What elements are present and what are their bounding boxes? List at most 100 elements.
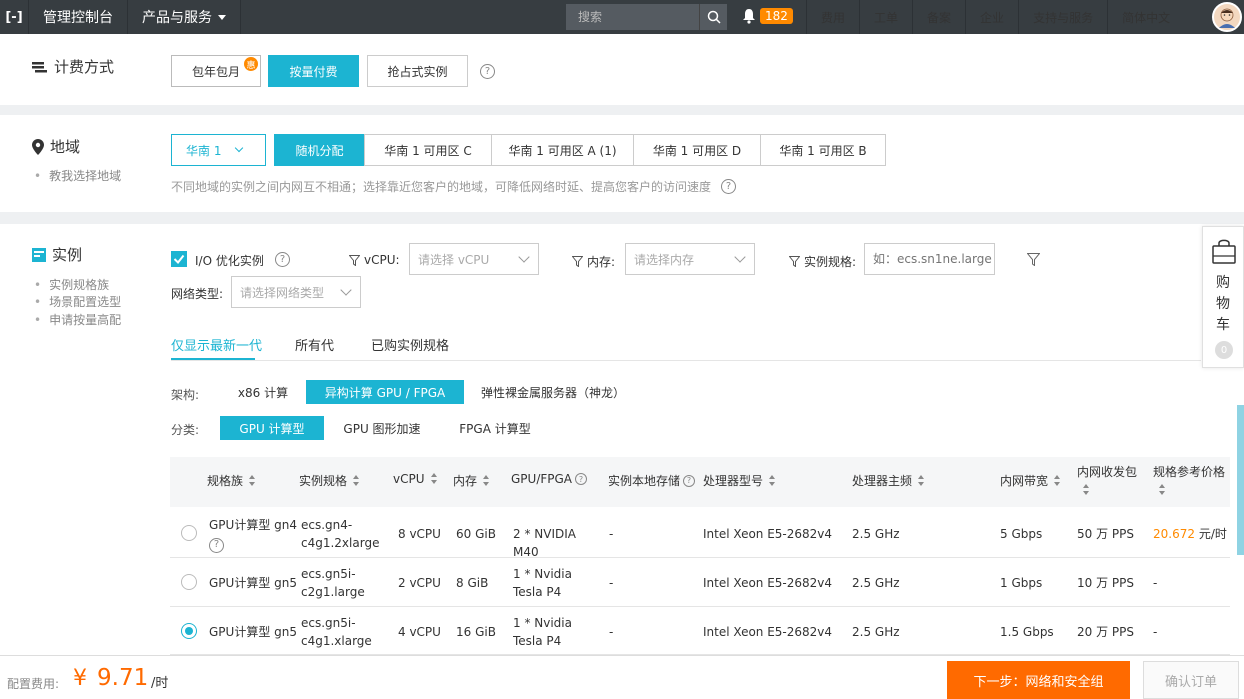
- enterprise-link[interactable]: 企业: [966, 0, 1018, 34]
- arch-bare-metal-option[interactable]: 弹性裸金属服务器（神龙）: [474, 380, 632, 404]
- cell-pps: 50 万 PPS: [1077, 527, 1134, 541]
- cell-cpu-freq: 2.5 GHz: [852, 625, 900, 639]
- cell-price: 20.672 元/时: [1153, 525, 1227, 543]
- cell-vcpu: 2 vCPU: [398, 576, 441, 590]
- nav-divider: [240, 0, 241, 34]
- th-cpu-model[interactable]: 处理器型号: [703, 472, 776, 489]
- scrollbar-thumb[interactable]: [1237, 405, 1244, 555]
- cat-fpga-option[interactable]: FPGA 计算型: [450, 416, 540, 440]
- th-memory[interactable]: 内存: [453, 472, 490, 489]
- zone-c-button[interactable]: 华南 1 可用区 C: [364, 134, 492, 166]
- th-vcpu[interactable]: vCPU: [393, 472, 438, 486]
- confirm-order-button[interactable]: 确认订单: [1143, 661, 1239, 699]
- cat-gpu-compute-option[interactable]: GPU 计算型: [220, 416, 324, 440]
- network-type-select[interactable]: 请选择网络类型: [231, 276, 361, 308]
- checkmark-icon: [173, 254, 185, 265]
- io-optimized-checkbox[interactable]: [171, 251, 187, 267]
- cost-label: 配置费用:: [7, 677, 60, 691]
- fees-link[interactable]: 费用: [807, 0, 859, 34]
- zone-random-button[interactable]: 随机分配: [274, 134, 365, 166]
- tab-all-generations[interactable]: 所有代: [295, 335, 334, 354]
- zone-b-button[interactable]: 华南 1 可用区 B: [760, 134, 886, 166]
- arch-gpu-fpga-option[interactable]: 异构计算 GPU / FPGA: [306, 380, 464, 404]
- row-radio[interactable]: [181, 574, 197, 590]
- arch-x86-option[interactable]: x86 计算: [227, 380, 299, 404]
- next-step-label: 下一步：网络和安全组: [973, 674, 1104, 690]
- sort-icon: [430, 473, 438, 485]
- notifications-button[interactable]: 182: [742, 8, 793, 24]
- cell-spec: ecs.gn5i-c4g1.xlarge: [301, 616, 372, 648]
- cat-gpu-compute-label: GPU 计算型: [239, 421, 305, 436]
- row-radio[interactable]: [181, 525, 197, 541]
- vcpu-select[interactable]: 请选择 vCPU: [409, 243, 539, 275]
- th-spec[interactable]: 实例规格: [299, 472, 360, 489]
- search-icon: [707, 10, 721, 24]
- tab-latest-generation[interactable]: 仅显示最新一代: [171, 335, 262, 354]
- memory-select[interactable]: 请选择内存: [625, 243, 755, 275]
- region-title-text: 地域: [50, 138, 81, 156]
- console-link[interactable]: 管理控制台: [29, 0, 127, 34]
- cell-storage: -: [609, 625, 614, 639]
- io-optimized-label: I/O 优化实例: [195, 254, 264, 268]
- memory-select-placeholder: 请选择内存: [634, 252, 695, 267]
- cell-price: -: [1153, 625, 1158, 639]
- scenario-config-link[interactable]: 场景配置选型: [34, 293, 121, 310]
- cell-price-unit: 元/时: [1195, 527, 1227, 541]
- request-high-config-link[interactable]: 申请按量高配: [34, 311, 121, 328]
- filter-apply-button[interactable]: [1026, 253, 1041, 269]
- help-icon[interactable]: ?: [721, 179, 736, 194]
- th-cpu-freq[interactable]: 处理器主频: [852, 472, 925, 489]
- help-icon[interactable]: ?: [480, 64, 495, 79]
- cat-gpu-graphics-option[interactable]: GPU 图形加速: [334, 416, 430, 440]
- search-button[interactable]: [699, 4, 727, 30]
- cell-bandwidth: 1 Gbps: [1000, 576, 1043, 590]
- memory-filter-text: 内存:: [587, 255, 616, 269]
- help-icon[interactable]: ?: [275, 252, 290, 267]
- help-icon[interactable]: ?: [575, 473, 588, 485]
- chevron-down-icon: [734, 251, 746, 263]
- preemptible-instance-label: 抢占式实例: [387, 64, 448, 79]
- zone-a-label: 华南 1 可用区 A (1): [508, 143, 617, 158]
- logo-icon[interactable]: [-]: [0, 0, 28, 34]
- language-link[interactable]: 简体中文: [1108, 0, 1184, 34]
- vcpu-filter-text: vCPU:: [364, 253, 400, 267]
- filter-icon: [349, 254, 360, 266]
- preemptible-instance-button[interactable]: 抢占式实例: [367, 55, 468, 87]
- zone-d-button[interactable]: 华南 1 可用区 D: [633, 134, 761, 166]
- spec-search-input[interactable]: [864, 243, 995, 275]
- next-step-button[interactable]: 下一步：网络和安全组: [947, 661, 1130, 699]
- th-bandwidth[interactable]: 内网带宽: [1000, 472, 1061, 489]
- instance-family-link[interactable]: 实例规格族: [34, 276, 109, 293]
- sort-icon: [769, 474, 776, 487]
- cell-vcpu: 4 vCPU: [398, 625, 441, 639]
- search-box: [566, 4, 727, 30]
- th-pps[interactable]: 内网收发包: [1077, 463, 1137, 496]
- pay-as-you-go-button[interactable]: 按量付费: [268, 55, 359, 87]
- th-price[interactable]: 规格参考价格: [1153, 463, 1225, 496]
- help-icon[interactable]: ?: [683, 474, 696, 487]
- zone-a-button[interactable]: 华南 1 可用区 A (1): [491, 134, 634, 166]
- user-avatar[interactable]: [1212, 2, 1242, 32]
- region-select[interactable]: 华南 1: [171, 134, 266, 166]
- architecture-label: 架构:: [171, 388, 200, 402]
- cell-gpu: 1 * Nvidia Tesla P4: [513, 567, 572, 599]
- shopping-cart[interactable]: 购物车 0: [1202, 226, 1244, 368]
- tickets-link[interactable]: 工单: [860, 0, 912, 34]
- help-icon[interactable]: ?: [209, 537, 224, 553]
- row-radio-selected[interactable]: [181, 623, 197, 639]
- region-help-link[interactable]: 教我选择地域: [34, 167, 121, 184]
- cart-count-badge: 0: [1215, 341, 1233, 359]
- zone-random-label: 随机分配: [295, 143, 344, 158]
- cell-storage: -: [609, 576, 614, 590]
- tab-purchased-specs[interactable]: 已购实例规格: [371, 335, 449, 354]
- search-input[interactable]: [566, 4, 699, 30]
- filter-icon: [1026, 253, 1041, 267]
- arch-gpu-fpga-label: 异构计算 GPU / FPGA: [324, 385, 446, 400]
- th-spec-text: 实例规格: [299, 474, 348, 488]
- products-menu[interactable]: 产品与服务: [128, 0, 240, 34]
- th-family[interactable]: 规格族: [207, 472, 256, 489]
- cell-cpu-freq: 2.5 GHz: [852, 576, 900, 590]
- location-pin-icon: [32, 138, 44, 155]
- support-link[interactable]: 支持与服务: [1019, 0, 1107, 34]
- icp-filing-link[interactable]: 备案: [913, 0, 965, 34]
